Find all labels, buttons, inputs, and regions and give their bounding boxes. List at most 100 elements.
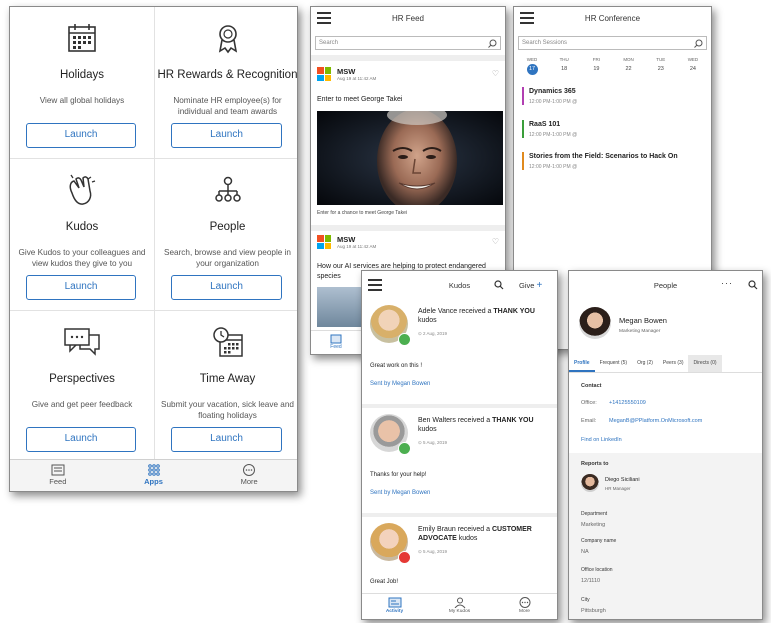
nav-feed[interactable]: Feed (10, 460, 106, 491)
date-text: 5 Aug, 2019 (423, 440, 448, 445)
day-item[interactable]: FRI 19 (584, 57, 608, 75)
kudos-item[interactable]: Ben Walters received a THANK YOU kudos ⊙… (362, 408, 557, 512)
manager-role: HR Manager (605, 486, 631, 491)
kudos-item[interactable]: Adele Vance received a THANK YOU kudos ⊙… (362, 299, 557, 403)
linkedin-link[interactable]: Find on LinkedIn (581, 437, 622, 443)
search-placeholder: Search (319, 40, 339, 46)
kudos-date: ⊙ 2 Aug, 2019 (418, 331, 448, 336)
tab-org[interactable]: Org (2) (632, 355, 658, 372)
tile-description: Nominate HR employee(s) for individual a… (173, 96, 282, 116)
day-item[interactable]: THU 18 (552, 57, 576, 75)
kudos-date: ⊙ 5 Aug, 2019 (418, 549, 448, 554)
day-number: 18 (561, 66, 568, 72)
company-label: Company name (581, 538, 617, 544)
kudos-bottom-nav: Activity My Kudos More (362, 593, 557, 619)
feed-search-input[interactable]: Search (315, 36, 501, 50)
hr-conference-header: HR Conference (514, 7, 711, 29)
day-item[interactable]: TUE 23 (649, 57, 673, 75)
thumbs-up-badge-icon (398, 442, 411, 455)
manager-name[interactable]: Diego Siciliani (605, 477, 640, 483)
more-options-icon[interactable]: ··· (721, 278, 733, 288)
tab-directs[interactable]: Directs (0) (688, 355, 722, 372)
session-title: Stories from the Field: Scenarios to Hac… (529, 153, 678, 160)
launch-people-button[interactable]: Launch (171, 275, 282, 300)
recipient-name: Adele Vance (418, 308, 458, 315)
like-heart-icon[interactable]: ♡ (492, 69, 499, 78)
kudos-item[interactable]: Emily Braun received a CUSTOMER ADVOCATE… (362, 517, 557, 593)
manager-avatar[interactable] (581, 474, 599, 492)
page-title: HR Conference (584, 13, 641, 23)
search-icon[interactable] (694, 39, 703, 48)
tile-people: People Search, browse and view people in… (155, 159, 297, 311)
session-title: Dynamics 365 (529, 88, 576, 95)
nav-my-kudos[interactable]: My Kudos (427, 594, 492, 619)
sent-by-link[interactable]: Sent by Megan Bowen (370, 381, 430, 387)
people-header: People ··· (569, 271, 762, 299)
sent-by-link[interactable]: Sent by Megan Bowen (370, 490, 430, 496)
received-text: received a (459, 308, 492, 315)
session-item[interactable]: RaaS 101 12:00 PM-1:00 PM @ (522, 120, 705, 138)
post-photo-portrait[interactable] (317, 111, 503, 205)
email-link[interactable]: MeganB@PPlatform.OnMicrosoft.com (609, 418, 702, 424)
hamburger-menu-icon[interactable] (368, 279, 382, 294)
session-item[interactable]: Dynamics 365 12:00 PM-1:00 PM @ (522, 87, 705, 105)
department-label: Department (581, 511, 608, 517)
nav-apps-label: Apps (144, 477, 163, 486)
day-number: 22 (625, 66, 632, 72)
tile-title: Kudos (65, 221, 99, 233)
tile-kudos: Kudos Give Kudos to your colleagues and … (10, 159, 155, 311)
tab-peers[interactable]: Peers (3) (658, 355, 689, 372)
day-item[interactable]: WED 17 (520, 57, 544, 75)
tile-description: Search, browse and view people in your o… (164, 248, 291, 268)
nav-my-kudos-label: My Kudos (448, 609, 471, 614)
session-item[interactable]: Stories from the Field: Scenarios to Hac… (522, 152, 705, 170)
tab-profile[interactable]: Profile (569, 355, 595, 372)
launch-holidays-button[interactable]: Launch (26, 123, 136, 148)
launch-kudos-button[interactable]: Launch (26, 275, 136, 300)
search-icon[interactable] (748, 280, 758, 290)
post-text[interactable]: Enter to meet George Takei (317, 95, 499, 105)
post-author: MSW (337, 235, 356, 244)
search-icon[interactable] (494, 280, 504, 290)
launch-perspectives-button[interactable]: Launch (26, 427, 136, 452)
like-heart-icon[interactable]: ♡ (492, 237, 499, 246)
tile-description: Give and get peer feedback (31, 400, 133, 409)
day-item[interactable]: MON 22 (617, 57, 641, 75)
post-header: MSW Aug 19 at 11:42 AM (317, 235, 376, 249)
post-header: MSW Aug 19 at 11:42 AM (317, 67, 376, 81)
department-value: Marketing (581, 522, 606, 528)
day-item[interactable]: WED 24 (681, 57, 705, 75)
microsoft-logo-icon (317, 67, 331, 81)
divider (311, 55, 505, 61)
nav-feed[interactable]: Feed (311, 330, 361, 354)
date-text: 5 Aug, 2019 (423, 549, 448, 554)
hamburger-menu-icon[interactable] (317, 12, 331, 27)
hamburger-menu-icon[interactable] (520, 12, 534, 27)
search-icon[interactable] (488, 39, 497, 48)
date-text: 2 Aug, 2019 (423, 331, 448, 336)
launch-hr-rewards-button[interactable]: Launch (171, 123, 282, 148)
office-phone-link[interactable]: +14125550109 (609, 400, 646, 406)
email-label: Email: (581, 418, 597, 424)
more-icon (243, 464, 256, 476)
launch-time-away-button[interactable]: Launch (171, 427, 282, 452)
tile-hr-rewards: HR Rewards & Recognition Nominate HR emp… (155, 7, 297, 159)
nav-more[interactable]: More (201, 460, 297, 491)
tab-frequent[interactable]: Frequent (5) (595, 355, 633, 372)
sessions-search-input[interactable]: Search Sessions (518, 36, 707, 50)
post-caption: Enter for a chance to meet George Takei (317, 210, 407, 216)
date-strip: WED 17 THU 18 FRI 19 MON 22 TUE 23 WED 24 (520, 57, 705, 75)
kudos-suffix: kudos (418, 426, 437, 433)
nav-more[interactable]: More (492, 594, 557, 619)
day-number: 24 (689, 66, 696, 72)
apps-grid-icon (147, 464, 160, 476)
profile-name: Megan Bowen (619, 316, 667, 325)
give-kudos-button[interactable]: Give + (519, 280, 542, 291)
nav-apps[interactable]: Apps (106, 460, 202, 491)
divider (311, 225, 505, 231)
office-label: Office: (581, 400, 597, 406)
nav-activity[interactable]: Activity (362, 594, 427, 619)
post-date: Aug 19 at 11:42 AM (337, 76, 377, 81)
kudos-headline: Emily Braun received a CUSTOMER ADVOCATE… (418, 525, 551, 543)
city-value: Pittsburgh (581, 608, 606, 614)
